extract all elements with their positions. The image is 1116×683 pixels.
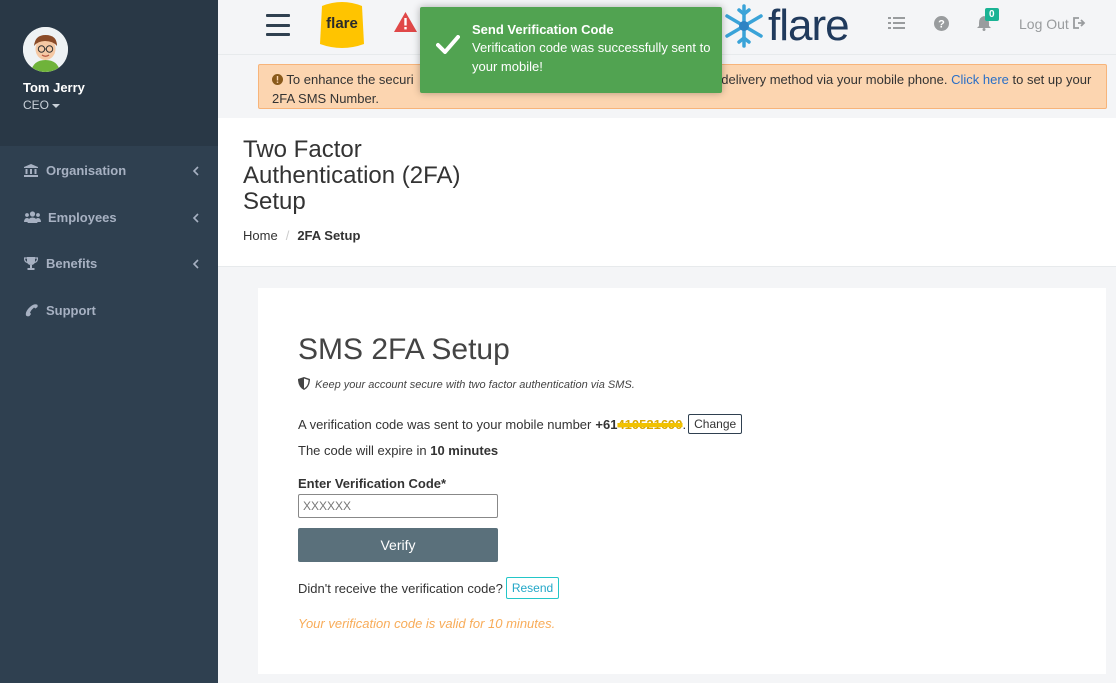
success-toast[interactable]: Send Verification Code Verification code… <box>420 7 722 93</box>
expire-text: The code will expire in <box>298 443 431 458</box>
change-number-button[interactable]: Change <box>688 414 743 434</box>
sidebar: Tom Jerry CEO Organisation Employees Ben… <box>0 0 218 683</box>
flare-brand-logo: flare <box>724 1 850 50</box>
shield-icon <box>298 377 310 393</box>
verification-code-input[interactable] <box>298 494 498 518</box>
expire-value: 10 minutes <box>430 443 499 458</box>
flare-logo-text: flare <box>326 15 358 32</box>
resend-prompt: Didn't receive the verification code? <box>298 580 503 596</box>
warning-icon[interactable] <box>394 12 417 37</box>
page-title: Two Factor Authentication (2FA) Setup <box>243 136 461 215</box>
phone-redacted: 410521690 <box>617 416 683 432</box>
chevron-left-icon <box>192 164 199 179</box>
sidebar-item-employees[interactable]: Employees <box>0 205 218 229</box>
svg-text:?: ? <box>938 19 945 31</box>
breadcrumb-current: 2FA Setup <box>297 228 361 243</box>
period: . <box>682 416 687 432</box>
banner-text-start: To enhance the securi <box>286 72 414 87</box>
sign-out-icon <box>1072 16 1087 32</box>
logout-link[interactable]: Log Out <box>1019 16 1087 32</box>
page-heading: Two Factor Authentication (2FA) Setup Ho… <box>218 118 1116 267</box>
setup-sms-link[interactable]: Click here <box>951 72 1009 87</box>
chevron-left-icon <box>192 257 199 272</box>
breadcrumb-home[interactable]: Home <box>243 228 278 243</box>
card-title: SMS 2FA Setup <box>298 333 510 366</box>
sidebar-item-benefits[interactable]: Benefits <box>0 251 218 275</box>
brand-text: flare <box>768 1 850 50</box>
resend-button[interactable]: Resend <box>505 577 560 599</box>
profile-name: Tom Jerry <box>23 80 85 95</box>
avatar[interactable] <box>23 27 68 72</box>
users-icon <box>23 210 41 224</box>
check-icon <box>436 35 460 59</box>
toast-title: Send Verification Code <box>472 22 614 37</box>
expire-info: The code will expire in 10 minutes <box>298 443 498 458</box>
bank-icon <box>23 163 39 177</box>
tasks-list-icon[interactable] <box>888 16 905 35</box>
chevron-left-icon <box>192 211 199 226</box>
trophy-icon <box>23 256 39 270</box>
sidebar-item-label: Benefits <box>46 255 98 271</box>
card-subtitle-row: Keep your account secure with two factor… <box>298 377 635 393</box>
verify-button[interactable]: Verify <box>298 528 498 562</box>
sent-info: A verification code was sent to your mob… <box>298 414 743 434</box>
profile-role: CEO <box>23 98 50 112</box>
resend-row: Didn't receive the verification code? Re… <box>298 577 560 599</box>
sidebar-item-label: Employees <box>48 209 117 225</box>
profile-role-dropdown[interactable]: CEO <box>23 98 218 112</box>
profile-panel: Tom Jerry CEO <box>0 0 218 146</box>
phone-number: +61410521690 <box>595 417 682 432</box>
toast-message: Verification code was successfully sent … <box>472 40 711 74</box>
code-label: Enter Verification Code* <box>298 476 447 491</box>
snowflake-icon <box>725 4 763 48</box>
flare-logo-small[interactable]: flare <box>318 0 366 48</box>
sidebar-item-label: Support <box>46 302 96 318</box>
card-subtitle: Keep your account secure with two factor… <box>315 379 635 391</box>
validity-note: Your verification code is valid for 10 m… <box>298 616 556 631</box>
phone-icon <box>23 303 39 317</box>
sidebar-item-support[interactable]: Support <box>0 298 218 322</box>
info-circle-icon <box>272 72 283 87</box>
phone-prefix: +61 <box>595 416 618 432</box>
breadcrumb: Home/2FA Setup <box>243 228 361 243</box>
caret-down-icon <box>52 103 61 108</box>
menu-toggle-button[interactable] <box>266 14 290 36</box>
help-icon[interactable]: ? <box>934 16 949 36</box>
sms-2fa-card: SMS 2FA Setup Keep your account secure w… <box>258 288 1106 674</box>
logout-label: Log Out <box>1019 16 1069 32</box>
sidebar-item-label: Organisation <box>46 162 127 178</box>
notification-badge: 0 <box>985 8 999 21</box>
sent-text: A verification code was sent to your mob… <box>298 416 592 432</box>
sidebar-item-organisation[interactable]: Organisation <box>0 158 218 182</box>
